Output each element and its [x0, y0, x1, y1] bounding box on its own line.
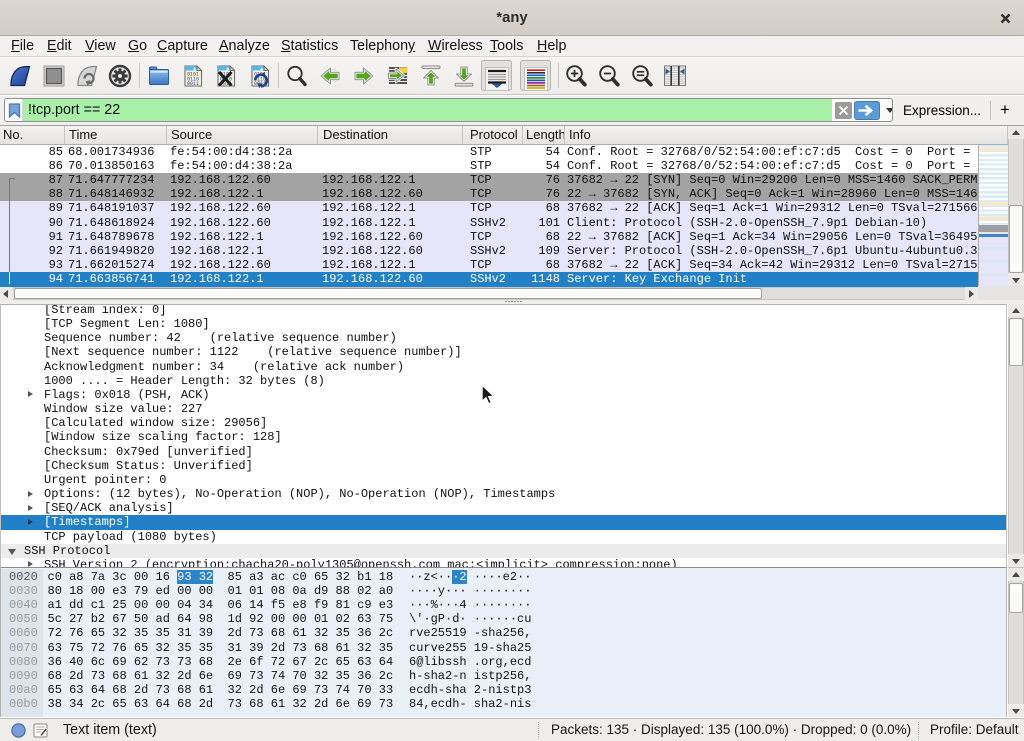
svg-text:0011: 0011 — [187, 81, 199, 87]
